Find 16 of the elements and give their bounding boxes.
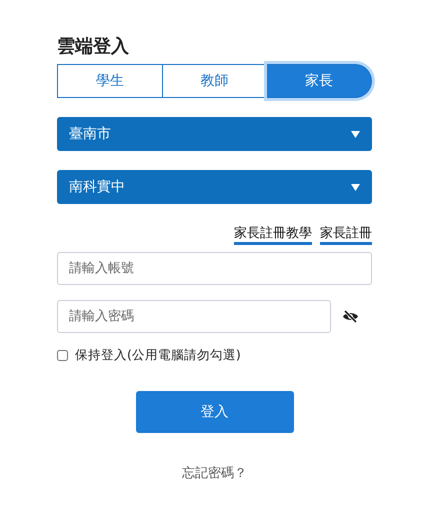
page-title: 雲端登入 bbox=[57, 35, 130, 59]
remember-checkbox[interactable] bbox=[57, 350, 68, 361]
tab[interactable]: 家長 bbox=[267, 64, 372, 98]
account-field[interactable]: 請輸入帳號 bbox=[57, 252, 372, 285]
password-field[interactable]: 請輸入密碼 bbox=[57, 300, 331, 333]
forgot-password-link[interactable]: 忘記密碼？ bbox=[182, 464, 247, 482]
caret-icon bbox=[351, 130, 360, 138]
eye-slash-icon[interactable] bbox=[342, 310, 359, 323]
caret-icon bbox=[351, 184, 360, 190]
dropdown[interactable]: 臺南市 bbox=[57, 117, 372, 151]
register-link[interactable]: 家長註冊教學 bbox=[234, 226, 312, 245]
tab[interactable]: 學生 bbox=[57, 64, 163, 98]
login-button[interactable]: 登入 bbox=[136, 391, 294, 433]
dropdown[interactable]: 南科實中 bbox=[57, 170, 372, 204]
register-link[interactable]: 家長註冊 bbox=[320, 226, 372, 245]
remember-label: 保持登入(公用電腦請勿勾選) bbox=[75, 347, 241, 364]
